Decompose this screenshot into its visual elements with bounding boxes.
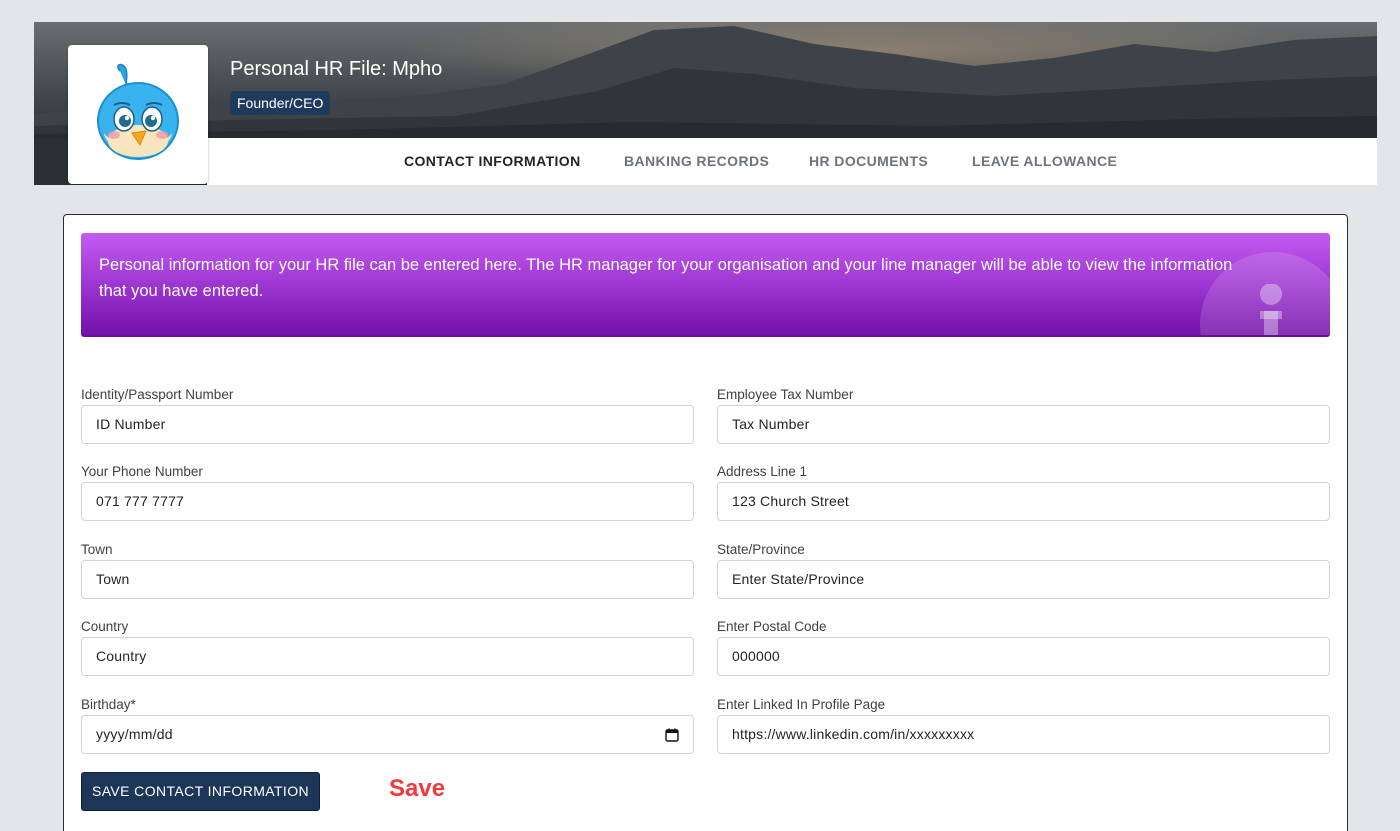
birthday-input[interactable]: yyyy/mm/dd	[81, 715, 694, 754]
info-alert-text: Personal information for your HR file ca…	[99, 256, 1233, 300]
tax-number-label: Employee Tax Number	[717, 387, 854, 402]
save-contact-information-button[interactable]: SAVE CONTACT INFORMATION	[81, 772, 320, 811]
country-input[interactable]: Country	[81, 637, 694, 676]
postal-code-label: Enter Postal Code	[717, 619, 827, 634]
info-alert: Personal information for your HR file ca…	[81, 233, 1330, 337]
tab-leave-allowance[interactable]: LEAVE ALLOWANCE	[972, 138, 1117, 185]
tab-hr-documents[interactable]: HR DOCUMENTS	[809, 138, 928, 185]
tax-number-input[interactable]: Tax Number	[717, 405, 1330, 444]
town-input[interactable]: Town	[81, 560, 694, 599]
save-annotation: Save	[389, 775, 446, 802]
linkedin-label: Enter Linked In Profile Page	[717, 697, 886, 712]
birthday-value: yyyy/mm/dd	[96, 726, 173, 742]
phone-input[interactable]: 071 777 7777	[81, 482, 694, 521]
calendar-icon[interactable]	[665, 728, 679, 742]
linkedin-input[interactable]: https://www.linkedin.com/in/xxxxxxxxx	[717, 715, 1330, 754]
birthday-label: Birthday*	[81, 697, 136, 712]
phone-label: Your Phone Number	[81, 464, 203, 479]
postal-code-input[interactable]: 000000	[717, 637, 1330, 676]
info-icon	[1260, 284, 1282, 335]
avatar[interactable]	[68, 45, 208, 184]
state-label: State/Province	[717, 542, 805, 557]
town-label: Town	[81, 542, 113, 557]
profile-header: CONTACT INFORMATION BANKING RECORDS HR D…	[34, 22, 1377, 185]
id-number-input[interactable]: ID Number	[81, 405, 694, 444]
contact-information-card: Personal information for your HR file ca…	[63, 214, 1348, 831]
country-label: Country	[81, 619, 129, 634]
tab-banking-records[interactable]: BANKING RECORDS	[624, 138, 769, 185]
role-badge: Founder/CEO	[230, 91, 331, 115]
address-line1-label: Address Line 1	[717, 464, 808, 479]
address-line1-input[interactable]: 123 Church Street	[717, 482, 1330, 521]
bird-avatar-icon	[97, 63, 179, 160]
tab-contact-information[interactable]: CONTACT INFORMATION	[404, 138, 581, 185]
id-number-label: Identity/Passport Number	[81, 387, 234, 402]
page-title: Personal HR File: Mpho	[230, 58, 443, 80]
state-input[interactable]: Enter State/Province	[717, 560, 1330, 599]
tab-bar: CONTACT INFORMATION BANKING RECORDS HR D…	[207, 138, 1377, 185]
